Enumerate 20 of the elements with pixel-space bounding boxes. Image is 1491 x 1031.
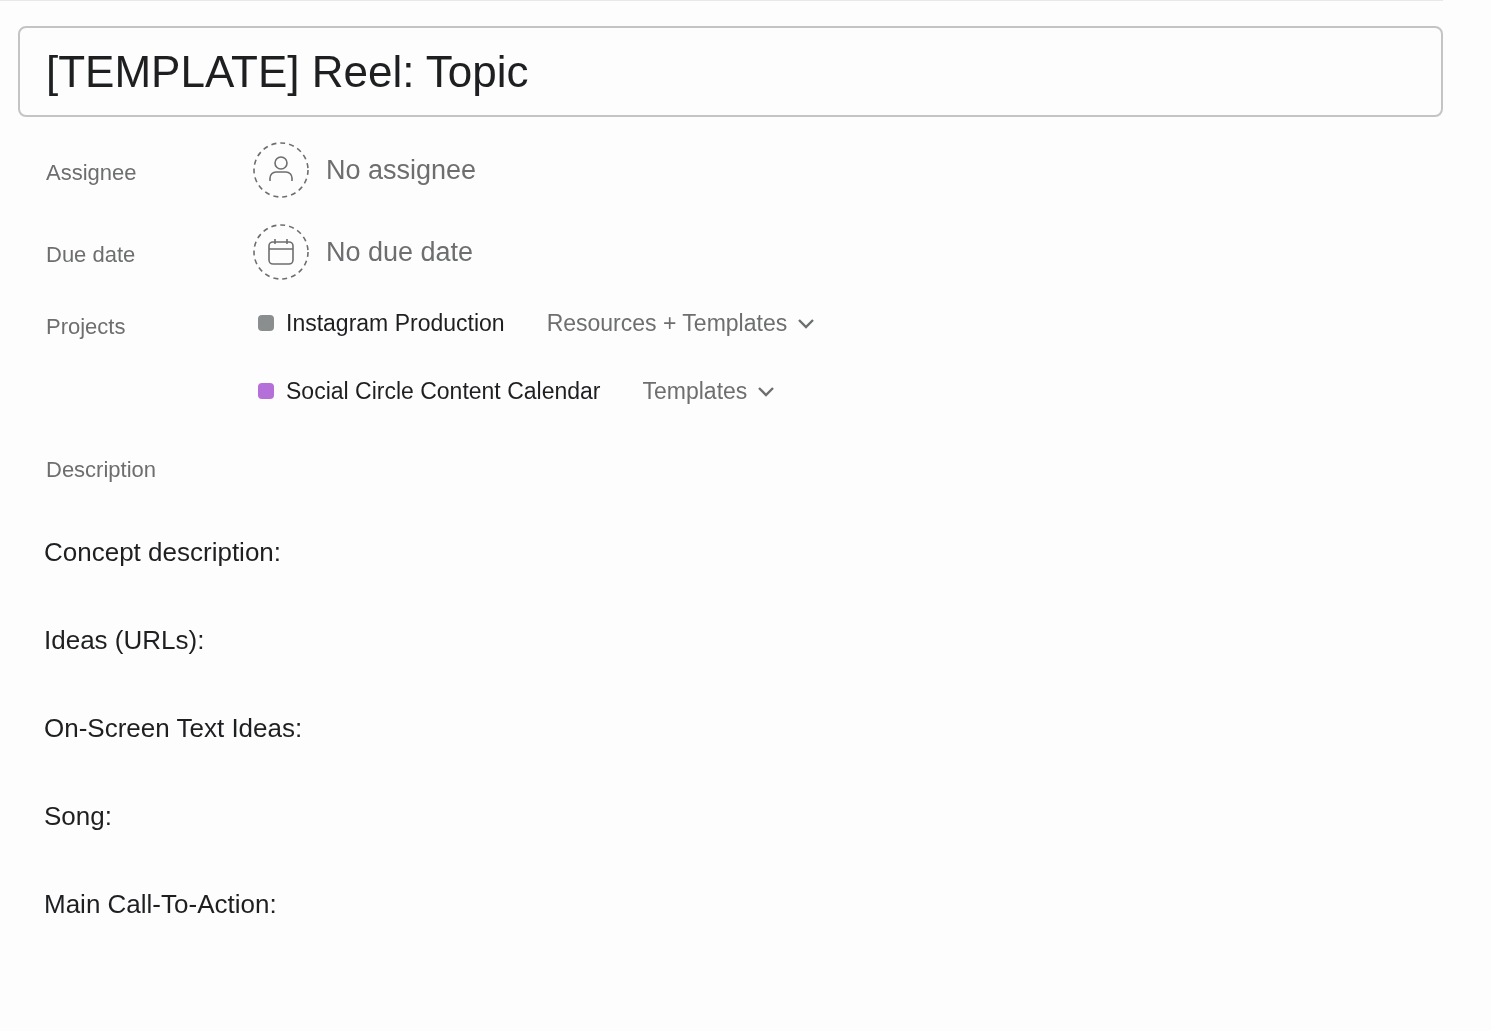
title-field[interactable]: [TEMPLATE] Reel: Topic [18,26,1443,117]
description-line: Main Call-To-Action: [44,888,278,920]
person-icon[interactable] [252,141,310,199]
description-line: On-Screen Text Ideas: [44,712,304,744]
field-value[interactable]: No assignee [326,149,477,191]
calendar-icon[interactable] [252,223,310,281]
field-label: Projects [46,313,127,341]
field-value[interactable]: No due date [326,231,474,273]
description-label: Description [45,456,158,484]
chevron-down-icon [797,317,816,329]
description-line: Concept description: [44,536,283,568]
field-label: Assignee [46,158,138,187]
project-name[interactable]: Social Circle Content Calendar [286,373,601,409]
project-name[interactable]: Instagram Production [286,305,505,341]
section-dropdown[interactable]: Templates [642,373,776,409]
description-line: Ideas (URLs): [44,624,206,656]
field-label: Due date [46,240,137,269]
section-dropdown[interactable]: Resources + Templates [546,305,816,341]
chevron-down-icon [757,385,776,397]
description-line: Song: [44,800,113,832]
